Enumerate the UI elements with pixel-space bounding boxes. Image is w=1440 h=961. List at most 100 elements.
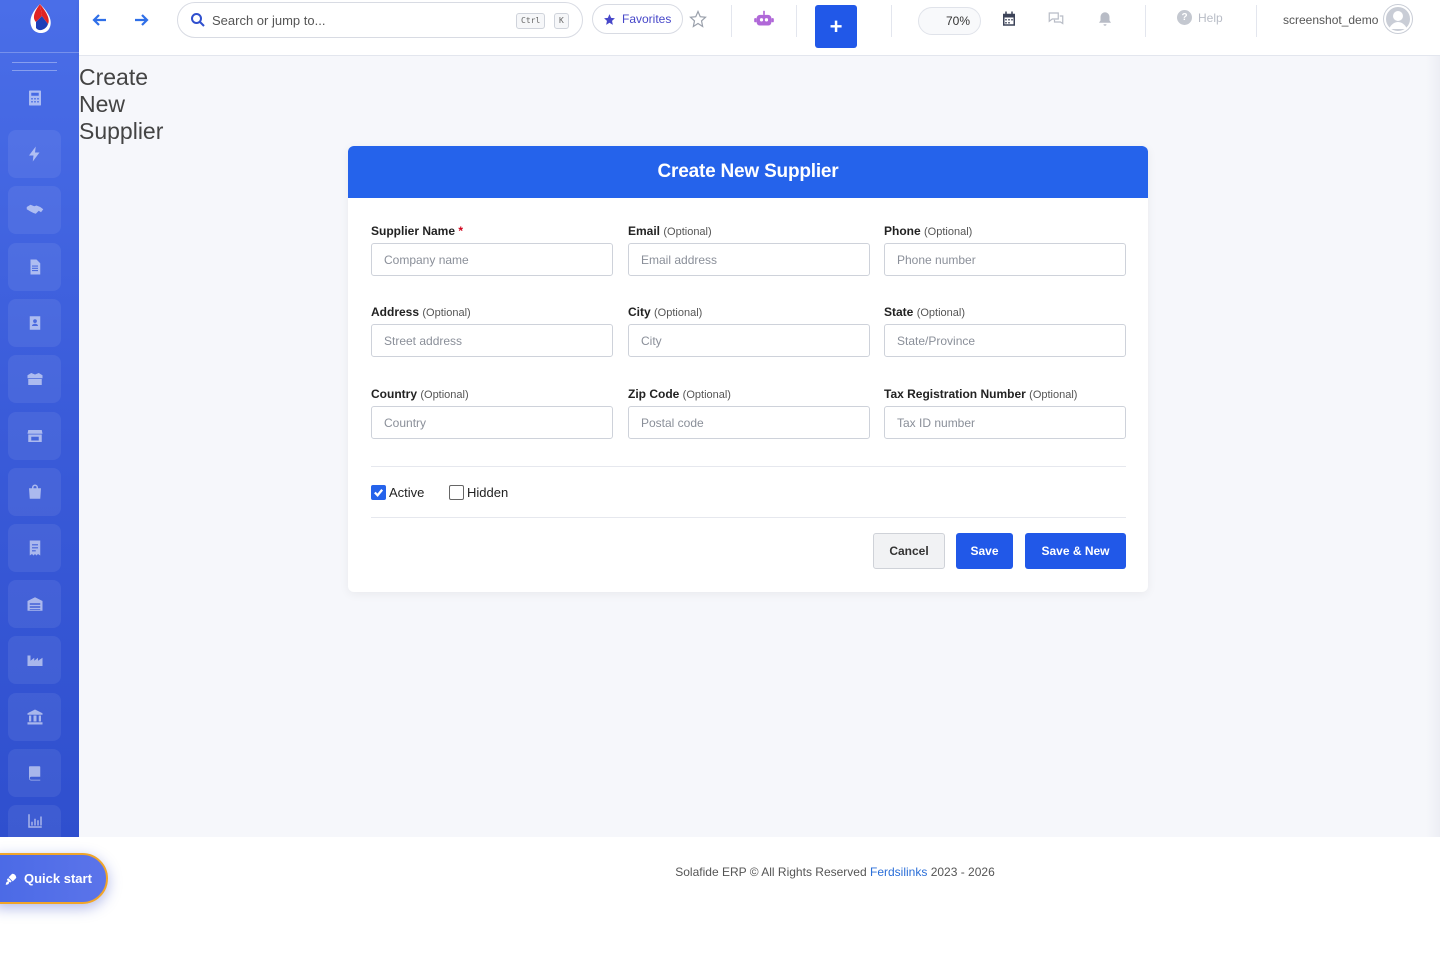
city-input[interactable]: [628, 324, 870, 357]
save-button[interactable]: Save: [956, 533, 1013, 569]
calculator-icon: [28, 90, 41, 106]
chat-icon[interactable]: [1047, 10, 1065, 28]
footer-company-link[interactable]: Ferdsilinks: [870, 865, 927, 879]
sidebar-item-inventory[interactable]: [8, 355, 61, 403]
factory-icon: [27, 655, 42, 666]
handshake-icon: [26, 204, 43, 214]
star-icon: [604, 13, 615, 25]
favorites-label: Favorites: [622, 12, 672, 26]
shortcut-key-k: K: [554, 13, 569, 29]
topbar-divider: [1256, 5, 1257, 37]
sidebar-item-banking[interactable]: [8, 693, 61, 741]
email-label: Email (Optional): [628, 224, 712, 238]
state-input[interactable]: [884, 324, 1126, 357]
rocket-icon: [5, 873, 17, 885]
sidebar-item-manufacturing[interactable]: [8, 636, 61, 684]
sidebar-item-accounting[interactable]: [8, 749, 61, 797]
state-label: State (Optional): [884, 305, 965, 319]
zoom-level[interactable]: 70%: [918, 7, 981, 35]
email-field: Email (Optional): [628, 224, 870, 276]
back-button[interactable]: [89, 10, 111, 30]
contact-card-icon: [29, 316, 40, 330]
footer-years: 2023 - 2026: [930, 865, 995, 879]
footer-copyright: Solafide ERP © All Rights Reserved: [675, 865, 867, 879]
sidebar-item-calculator[interactable]: [8, 74, 61, 122]
hidden-label: Hidden: [467, 485, 509, 500]
sidebar-item-documents[interactable]: [8, 243, 61, 291]
forward-button[interactable]: [130, 10, 152, 30]
sidebar-item-contacts[interactable]: [8, 299, 61, 347]
username[interactable]: screenshot_demo: [1283, 13, 1378, 27]
cancel-button[interactable]: Cancel: [873, 533, 945, 569]
help-link[interactable]: ? Help: [1177, 10, 1223, 25]
sidebar-divider: [12, 62, 57, 63]
sidebar-item-reports[interactable]: [8, 805, 61, 837]
calendar-icon[interactable]: [1000, 10, 1018, 28]
tax-number-input[interactable]: [884, 406, 1126, 439]
address-field: Address (Optional): [371, 305, 613, 357]
boxes-icon: [27, 373, 42, 385]
document-icon: [30, 259, 40, 275]
avatar[interactable]: [1383, 4, 1413, 34]
search-placeholder: Search or jump to...: [212, 13, 326, 28]
checkbox-checked-icon[interactable]: [371, 485, 386, 500]
main-content: Create New Supplier Create New Supplier …: [79, 56, 1440, 837]
hidden-checkbox[interactable]: Hidden: [449, 485, 508, 500]
topbar: Search or jump to... Ctrl K Favorites + …: [79, 0, 1440, 56]
arrow-left-icon: [92, 14, 106, 26]
country-input[interactable]: [371, 406, 613, 439]
zip-code-field: Zip Code (Optional): [628, 387, 870, 439]
scroll-shadow: [1426, 56, 1440, 837]
topbar-divider: [891, 5, 892, 37]
favorites-button[interactable]: Favorites: [592, 4, 683, 34]
sidebar-item-partners[interactable]: [8, 186, 61, 234]
form-divider: [371, 466, 1126, 467]
sidebar-item-quick-actions[interactable]: [8, 130, 61, 178]
robot-icon[interactable]: [754, 10, 774, 28]
active-checkbox[interactable]: Active: [371, 485, 424, 500]
footer: Solafide ERP © All Rights Reserved Ferds…: [0, 865, 1440, 879]
user-avatar-icon: [1384, 5, 1412, 33]
phone-label: Phone (Optional): [884, 224, 973, 238]
save-and-new-button[interactable]: Save & New: [1025, 533, 1126, 569]
arrow-right-icon: [135, 14, 149, 26]
bell-icon[interactable]: [1096, 10, 1114, 28]
zip-code-input[interactable]: [628, 406, 870, 439]
tax-number-field: Tax Registration Number (Optional): [884, 387, 1126, 439]
form-header: Create New Supplier: [348, 146, 1148, 198]
quick-start-label: Quick start: [24, 871, 92, 886]
app-logo[interactable]: [26, 2, 54, 36]
phone-input[interactable]: [884, 243, 1126, 276]
sidebar-item-warehouse[interactable]: [8, 580, 61, 628]
add-favorite-star-icon[interactable]: [689, 10, 707, 28]
sidebar-item-receipts[interactable]: [8, 524, 61, 572]
checkbox-unchecked-icon[interactable]: [449, 485, 464, 500]
search-icon: [191, 13, 205, 27]
shortcut-key-ctrl: Ctrl: [516, 13, 546, 29]
create-new-button[interactable]: +: [815, 5, 857, 48]
address-input[interactable]: [371, 324, 613, 357]
phone-field: Phone (Optional): [884, 224, 1126, 276]
supplier-form-card: Create New Supplier Supplier Name * Emai…: [348, 146, 1148, 592]
email-input[interactable]: [628, 243, 870, 276]
search-bar[interactable]: Search or jump to... Ctrl K: [177, 2, 583, 38]
city-field: City (Optional): [628, 305, 870, 357]
address-label: Address (Optional): [371, 305, 471, 319]
sidebar-item-store[interactable]: [8, 412, 61, 460]
receipt-icon: [29, 540, 40, 556]
active-label: Active: [389, 485, 425, 500]
sidebar-item-sales[interactable]: [8, 468, 61, 516]
topbar-divider: [1145, 5, 1146, 37]
supplier-name-input[interactable]: [371, 243, 613, 276]
tax-number-label: Tax Registration Number (Optional): [884, 387, 1078, 401]
page-title: Create New Supplier: [79, 64, 164, 144]
logo-divider: [0, 52, 79, 53]
required-mark: *: [458, 224, 464, 238]
country-field: Country (Optional): [371, 387, 613, 439]
help-icon: ?: [1177, 10, 1192, 25]
store-icon: [27, 430, 42, 442]
topbar-divider: [796, 5, 797, 37]
sidebar: [0, 0, 79, 837]
shopping-bag-icon: [28, 484, 41, 499]
quick-start-button[interactable]: Quick start: [0, 853, 108, 904]
